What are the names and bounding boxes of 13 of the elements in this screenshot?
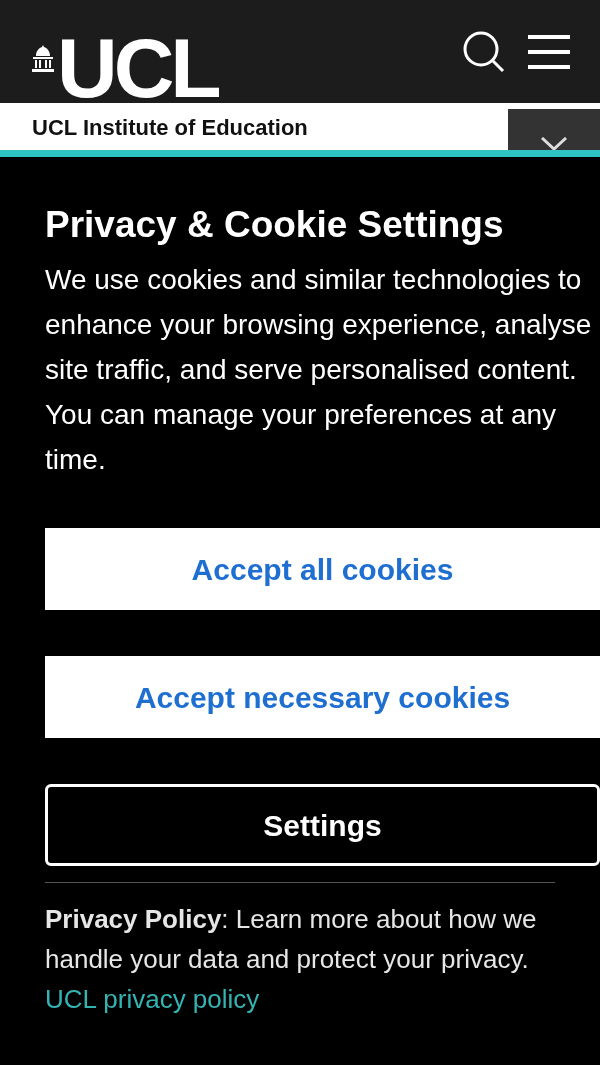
chevron-icon [541, 137, 567, 150]
logo[interactable]: UCL [57, 35, 218, 101]
banner-description: We use cookies and similar technologies to enhance your browsing experience, analyse site traffic, and serve personalised content. You can manage your preferences at any time. [45, 263, 593, 477]
accept-button[interactable]: Accept all cookies [45, 528, 600, 610]
banner-title: Privacy & Cookie Settings [45, 205, 505, 245]
section-title[interactable]: UCL Institute of Education [0, 103, 308, 150]
search-icon[interactable] [462, 29, 506, 74]
building-icon [32, 45, 54, 72]
privacy-link[interactable]: UCL privacy policy [45, 979, 260, 1019]
menu-icon[interactable] [528, 33, 570, 70]
privacy-note: Privacy Policy: Learn more about how we handle your data and protect your privacy. [45, 903, 538, 976]
settings-button[interactable]: Settings [45, 784, 600, 866]
accept-button[interactable]: Accept necessary cookies [45, 656, 600, 738]
